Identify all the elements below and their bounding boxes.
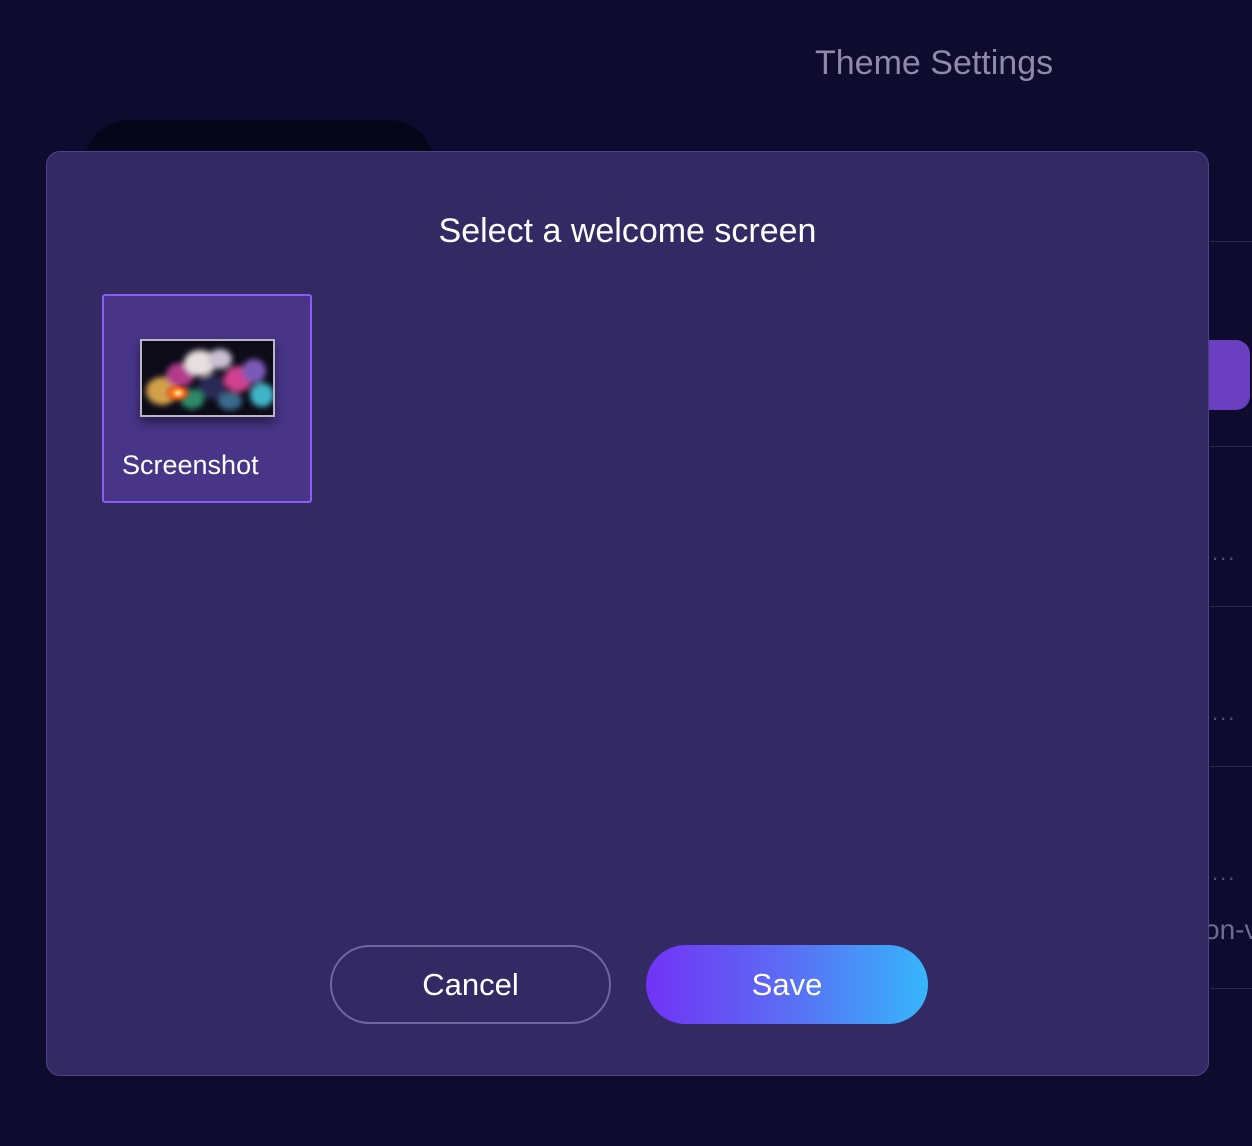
dialog-title: Select a welcome screen [438,212,817,250]
divider [1210,241,1252,242]
theme-settings-page: Theme Settings ... ... ... on-v Select a… [0,0,1252,1146]
nebula-thumbnail-image [140,339,275,417]
truncation-ellipsis: ... [1212,540,1237,565]
divider [1210,606,1252,607]
divider [1210,988,1252,989]
cancel-button[interactable]: Cancel [330,945,611,1024]
divider [1210,446,1252,447]
screen-name-label: Screenshot [122,450,259,480]
welcome-screen-option[interactable]: Screenshot [102,294,312,503]
welcome-screen-dialog: Select a welcome screen Screenshot Cance… [46,151,1209,1076]
save-button[interactable]: Save [646,945,928,1024]
truncated-background-text: on-v [1204,914,1252,945]
page-title: Theme Settings [815,44,1054,82]
truncation-ellipsis: ... [1212,860,1237,885]
truncation-ellipsis: ... [1212,700,1237,725]
divider [1210,766,1252,767]
